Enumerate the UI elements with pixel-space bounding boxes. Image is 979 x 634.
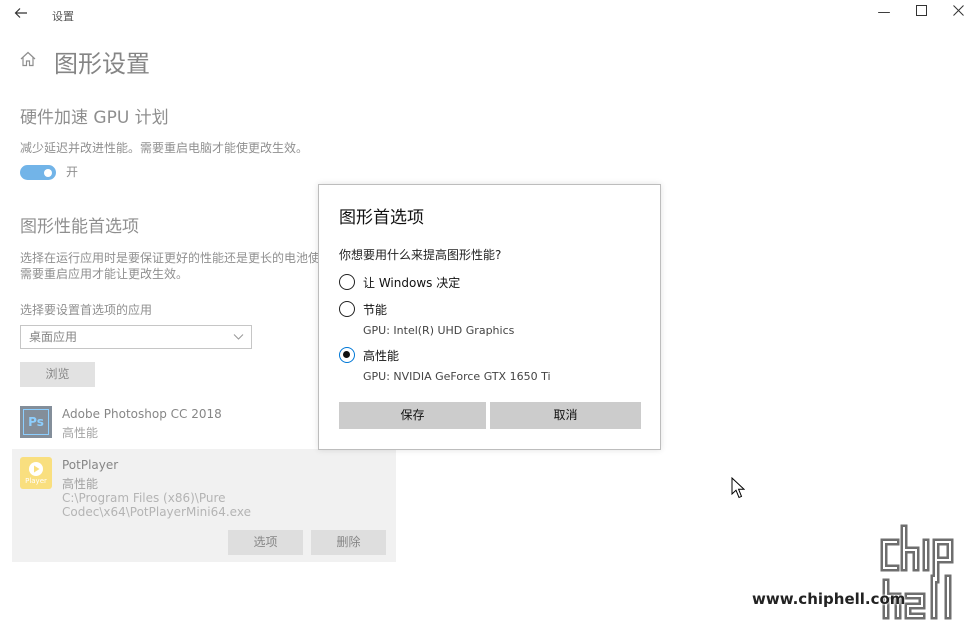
- radio-sub-high-performance: GPU: NVIDIA GeForce GTX 1650 Ti: [363, 370, 551, 383]
- mouse-cursor-icon: [731, 476, 746, 503]
- radio-label-windows-decide: 让 Windows 决定: [363, 276, 461, 290]
- chevron-down-icon: [233, 326, 244, 357]
- app-preference: 高性能: [62, 426, 99, 440]
- browse-button[interactable]: 浏览: [20, 362, 95, 387]
- page-title: 图形设置: [54, 50, 150, 78]
- radio-label-high-performance: 高性能: [363, 349, 400, 363]
- app-list-item-selected[interactable]: Player PotPlayer 高性能 C:\Program Files (x…: [12, 449, 396, 562]
- home-icon[interactable]: [19, 50, 37, 68]
- preferences-description-line2: 需要重启应用才能让更改生效。: [20, 267, 189, 281]
- app-preference: 高性能: [62, 477, 99, 491]
- app-select-label: 选择要设置首选项的应用: [20, 303, 153, 317]
- cancel-button[interactable]: 取消: [490, 402, 641, 429]
- app-path: C:\Program Files (x86)\Pure Codec\x64\Po…: [62, 491, 251, 519]
- preferences-description-line1: 选择在运行应用时是要保证更好的性能还是更长的电池使用: [20, 251, 333, 265]
- radio-power-saving[interactable]: [339, 301, 355, 317]
- graphics-preference-dialog: 图形首选项 你想要用什么来提高图形性能? 让 Windows 决定 节能 GPU…: [318, 184, 661, 450]
- radio-sub-power-saving: GPU: Intel(R) UHD Graphics: [363, 324, 515, 337]
- gpu-scheduling-heading: 硬件加速 GPU 计划: [20, 108, 169, 128]
- photoshop-icon-text: Ps: [23, 409, 49, 435]
- options-button[interactable]: 选项: [228, 530, 303, 555]
- app-name: Adobe Photoshop CC 2018: [62, 407, 222, 421]
- toggle-state-label: 开: [66, 165, 79, 179]
- dialog-title: 图形首选项: [339, 208, 424, 228]
- preferences-heading: 图形性能首选项: [20, 217, 139, 237]
- potplayer-icon-text: Player: [25, 477, 47, 485]
- app-name: PotPlayer: [62, 458, 119, 472]
- radio-windows-decide[interactable]: [339, 274, 355, 290]
- radio-high-performance[interactable]: [339, 347, 355, 363]
- radio-label-power-saving: 节能: [363, 303, 388, 317]
- app-type-select-value: 桌面应用: [29, 330, 78, 344]
- save-button[interactable]: 保存: [339, 402, 486, 429]
- toggle-knob: [44, 168, 52, 177]
- potplayer-icon: Player: [20, 457, 52, 489]
- gpu-scheduling-toggle[interactable]: [20, 165, 56, 180]
- dialog-question: 你想要用什么来提高图形性能?: [339, 248, 502, 262]
- app-type-select[interactable]: 桌面应用: [20, 325, 252, 349]
- delete-button[interactable]: 删除: [311, 530, 386, 555]
- watermark-url: www.chiphell.com: [752, 590, 906, 608]
- gpu-scheduling-description: 减少延迟并改进性能。需要重启电脑才能使更改生效。: [20, 141, 309, 155]
- photoshop-icon: Ps: [20, 406, 52, 438]
